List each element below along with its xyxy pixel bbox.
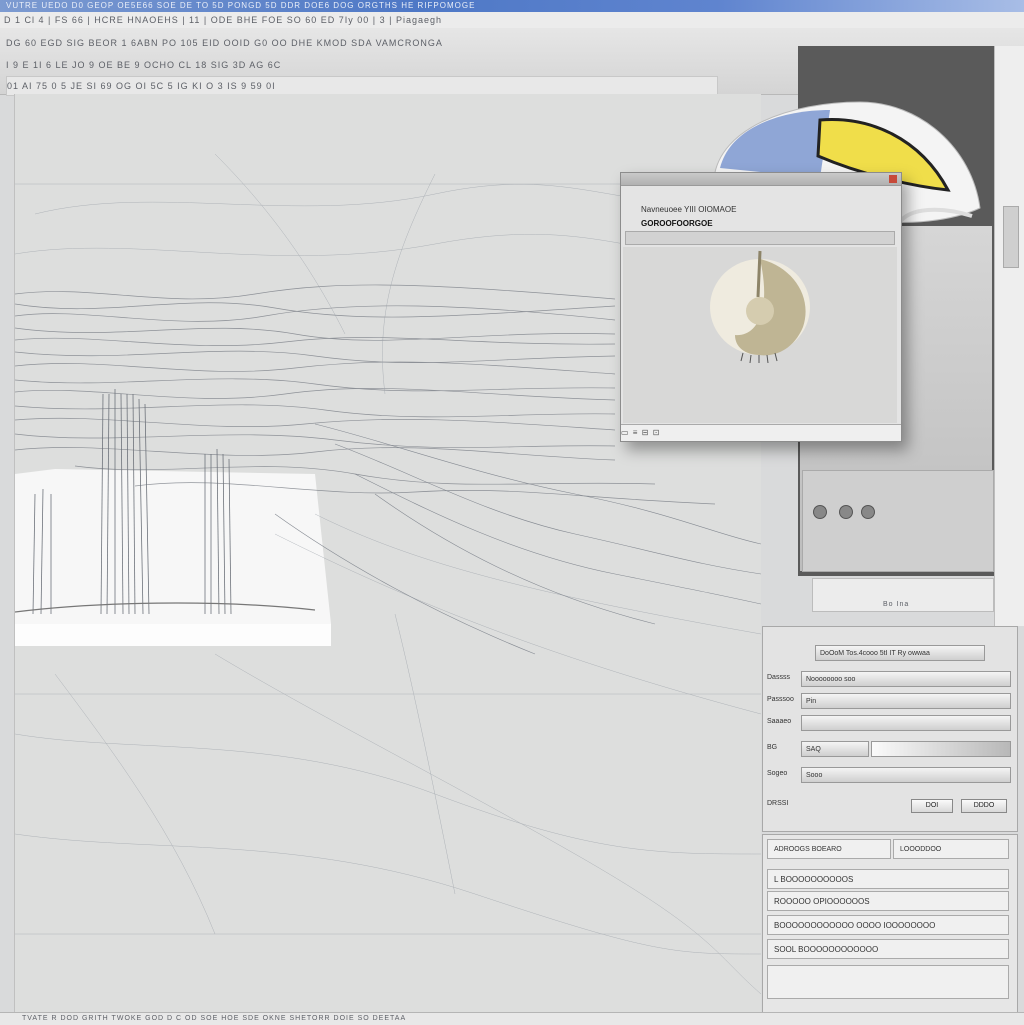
- property-label: Sogeo: [767, 770, 788, 777]
- layer-field[interactable]: SOOL BOOOOOOOOOOOO: [767, 939, 1009, 959]
- property-field[interactable]: SAQ: [801, 741, 869, 757]
- media-controls: [802, 470, 994, 572]
- property-field[interactable]: Noooooooo soo: [801, 671, 1011, 687]
- dialog-title-bar[interactable]: [621, 173, 901, 186]
- property-label: Passsoo: [767, 696, 794, 703]
- layers-panel: ADROOGS BOEARO LOOODDOO L BOOOOOOOOOOS R…: [762, 834, 1018, 1020]
- bulb-icon: [710, 250, 810, 364]
- toolbar-row-2[interactable]: I 9 E 1I 6 LE JO 9 OE BE 9 OCHO CL 18 SI…: [6, 56, 706, 74]
- dialog-heading: GOROOFOORGOE: [641, 219, 713, 228]
- property-field[interactable]: [801, 715, 1011, 731]
- layer-field[interactable]: L BOOOOOOOOOOS: [767, 869, 1009, 889]
- window-title-bar: VUTRE UEDO D0 GEOP OE5E66 SOE DE TO 5D P…: [0, 0, 1024, 12]
- layer-field[interactable]: BOOOOOOOOOOOO OOOO IOOOOOOOO: [767, 915, 1009, 935]
- property-label: BG: [767, 744, 778, 751]
- property-field[interactable]: Sooo: [801, 767, 1011, 783]
- close-icon[interactable]: [889, 175, 897, 183]
- property-label: Dassss: [767, 674, 790, 681]
- property-row: Dassss Noooooooo soo: [767, 671, 1013, 689]
- layer-field[interactable]: ROOOOO OPIOOOOOOS: [767, 891, 1009, 911]
- preview-dialog[interactable]: Navneuoee YIII OIOMAOE GOROOFOORGOE ▭ ≡ …: [620, 172, 902, 442]
- property-row: Saaaeo: [767, 715, 1013, 733]
- properties-panel: DoOoM Tos.4cooo 5tI IT Ry owwaa Dassss N…: [762, 626, 1018, 832]
- dialog-status-bar: ▭ ≡ ⊟ ⊡: [621, 424, 901, 441]
- menu-items[interactable]: D 1 Cl 4 | FS 66 | HCRE HNAOEHS | 11 | O…: [0, 12, 1024, 28]
- property-row: DRSSI DOI DDDO: [767, 797, 1013, 815]
- property-header-row: DoOoM Tos.4cooo 5tI IT Ry owwaa: [767, 645, 1013, 663]
- mini-toolbar: Bo Ina: [812, 578, 994, 612]
- property-field[interactable]: Pin: [801, 693, 1011, 709]
- scrollbar-thumb[interactable]: [1003, 206, 1019, 268]
- status-text: TVATE R DOD GRITH TWOKE GOD D C OD SOE H…: [22, 1015, 407, 1022]
- toolbar-row-3[interactable]: 01 AI 75 0 5 JE SI 69 OG OI 5C 5 IG KI O…: [6, 76, 718, 96]
- stop-icon[interactable]: [861, 505, 875, 519]
- mini-toolbar-label: Bo Ina: [883, 601, 910, 608]
- dialog-label: Navneuoee YIII OIOMAOE: [641, 205, 737, 214]
- ok-button[interactable]: DOI: [911, 799, 953, 813]
- dialog-viewport: [623, 247, 897, 423]
- menu-bar[interactable]: D 1 Cl 4 | FS 66 | HCRE HNAOEHS | 11 | O…: [0, 12, 1024, 29]
- tab-secondary[interactable]: LOOODDOO: [893, 839, 1009, 859]
- dialog-input[interactable]: [625, 231, 895, 245]
- property-header-field[interactable]: DoOoM Tos.4cooo 5tI IT Ry owwaa: [815, 645, 985, 661]
- tab-primary[interactable]: ADROOGS BOEARO: [767, 839, 891, 859]
- window-title: VUTRE UEDO D0 GEOP OE5E66 SOE DE TO 5D P…: [6, 1, 476, 10]
- play-icon[interactable]: [839, 505, 853, 519]
- property-label: DRSSI: [767, 800, 789, 807]
- property-label: Saaaeo: [767, 718, 792, 725]
- toolbar-row-1[interactable]: DG 60 EGD SIG BEOR 1 6ABN PO 105 EID OOI…: [6, 34, 706, 52]
- gradient-swatch[interactable]: [871, 741, 1011, 757]
- property-row: BG SAQ: [767, 741, 1013, 759]
- record-icon[interactable]: [813, 505, 827, 519]
- layer-list[interactable]: [767, 965, 1009, 999]
- cancel-button[interactable]: DDDO: [961, 799, 1007, 813]
- vertical-scrollbar[interactable]: [994, 46, 1024, 626]
- property-row: Sogeo Sooo: [767, 767, 1013, 785]
- property-row: Passsoo Pin: [767, 693, 1013, 711]
- status-bar: TVATE R DOD GRITH TWOKE GOD D C OD SOE H…: [0, 1012, 1024, 1025]
